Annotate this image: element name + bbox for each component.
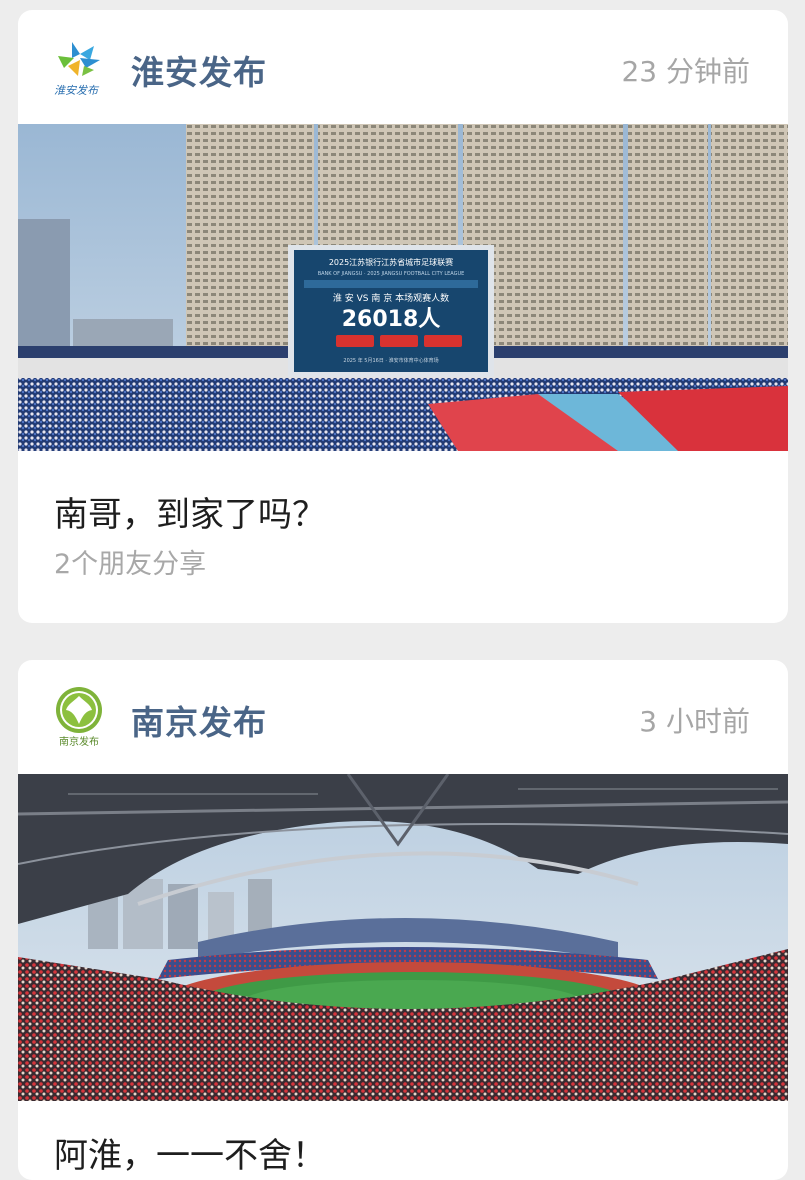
post-time: 3 小时前	[639, 705, 750, 738]
svg-text:26018人: 26018人	[342, 307, 441, 332]
source-name[interactable]: 南京发布	[131, 696, 267, 744]
huaian-logo-icon[interactable]: 淮安发布	[50, 36, 108, 98]
news-feed: 淮安发布 淮安发布 23 分钟前 2025江苏银行江苏省城市足球联赛 BANK …	[0, 0, 805, 1180]
svg-text:南京发布: 南京发布	[59, 735, 99, 748]
article-headline[interactable]: 阿淮，一一不舍！	[54, 1128, 326, 1177]
article-card[interactable]: 南京发布 南京发布 3 小时前 阿淮，一一不舍！	[18, 660, 788, 1180]
svg-text:2025 年 5月16日 · 淮安市体育中心体育场: 2025 年 5月16日 · 淮安市体育中心体育场	[343, 357, 438, 364]
friends-share-note: 2个朋友分享	[54, 549, 207, 580]
article-headline[interactable]: 南哥，到家了吗？	[54, 487, 326, 536]
source-name[interactable]: 淮安发布	[131, 46, 267, 94]
stadium-scoreboard-photo[interactable]: 2025江苏银行江苏省城市足球联赛 BANK OF JIANGSU · 2025…	[18, 124, 788, 451]
article-card[interactable]: 淮安发布 淮安发布 23 分钟前 2025江苏银行江苏省城市足球联赛 BANK …	[18, 10, 788, 623]
post-time: 23 分钟前	[621, 55, 750, 88]
stadium-panorama-photo[interactable]	[18, 774, 788, 1101]
svg-text:BANK OF JIANGSU · 2025 JIANGSU: BANK OF JIANGSU · 2025 JIANGSU FOOTBALL …	[318, 271, 465, 277]
card-header: 淮安发布 淮安发布 23 分钟前	[18, 10, 788, 124]
svg-text:淮安发布: 淮安发布	[54, 84, 100, 97]
card-header: 南京发布 南京发布 3 小时前	[18, 660, 788, 774]
svg-text:淮 安 VS 南 京 本场观赛人数: 淮 安 VS 南 京 本场观赛人数	[333, 292, 449, 304]
nanjing-logo-icon[interactable]: 南京发布	[50, 686, 108, 748]
svg-text:2025江苏银行江苏省城市足球联赛: 2025江苏银行江苏省城市足球联赛	[329, 257, 453, 267]
